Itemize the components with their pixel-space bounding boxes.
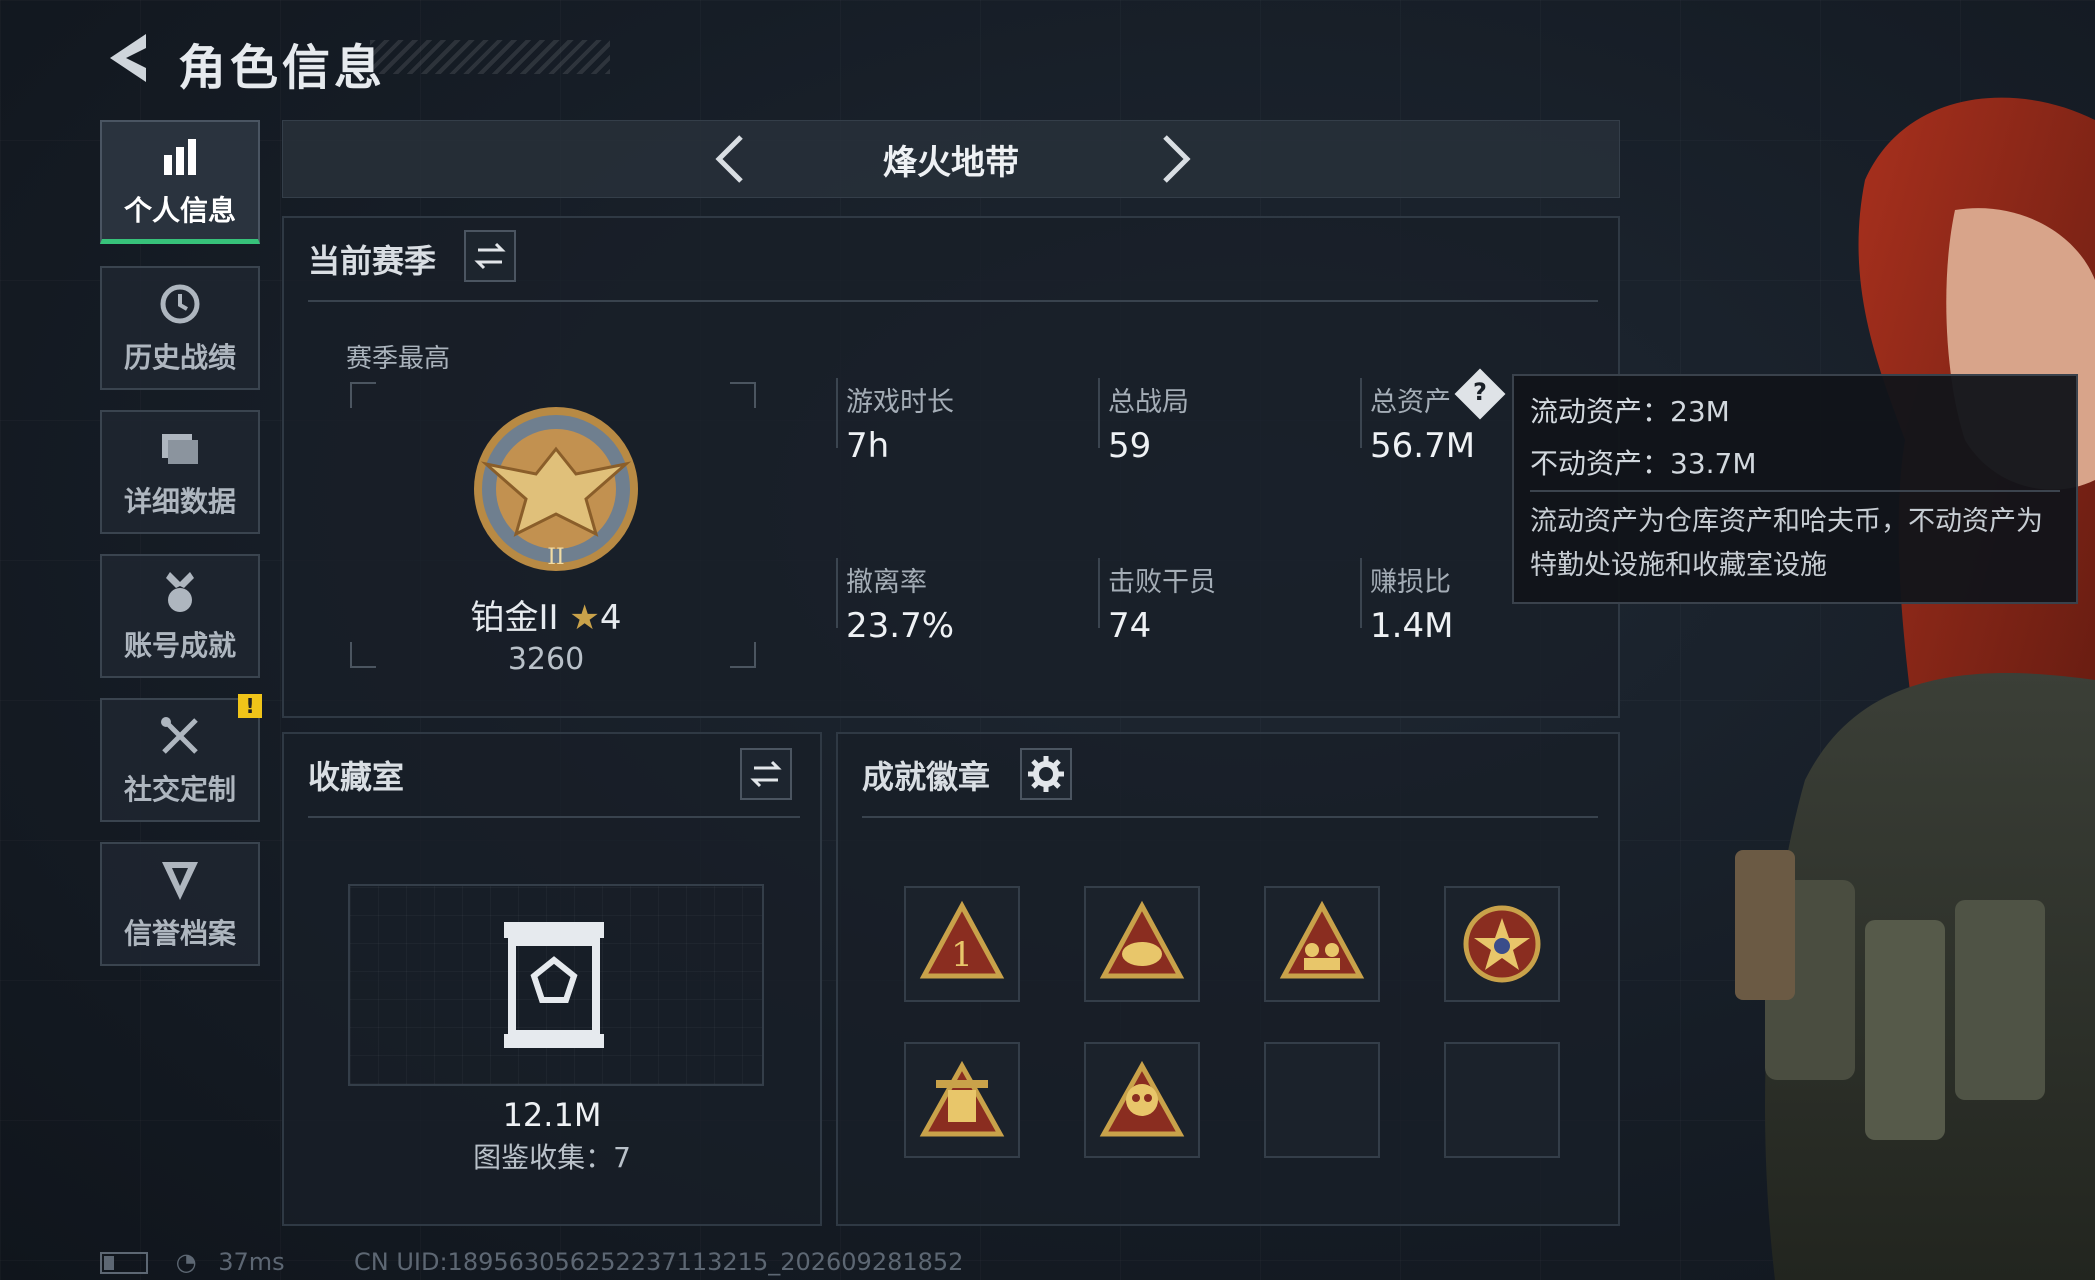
sidebar-item-label: 社交定制 bbox=[123, 773, 236, 806]
stat-label-extraction-rate: 撤离率 bbox=[846, 567, 927, 598]
badge-star-emblem[interactable] bbox=[1444, 886, 1560, 1002]
badges-panel: 成就徽章 1 bbox=[836, 732, 1620, 1226]
tooltip-description: 流动资产为仓库资产和哈夫币，不动资产为特勤处设施和收藏室设施 bbox=[1530, 506, 2043, 581]
stat-divider bbox=[1098, 558, 1100, 628]
stat-label-total-matches: 总战局 bbox=[1108, 387, 1189, 418]
season-title: 当前赛季 bbox=[308, 242, 437, 280]
title-decoration bbox=[370, 40, 610, 74]
frame-corner bbox=[350, 382, 376, 408]
star-emblem-badge-icon bbox=[1463, 905, 1541, 983]
stat-label-playtime: 游戏时长 bbox=[846, 387, 954, 418]
skull-badge-icon bbox=[1099, 1060, 1185, 1137]
svg-text:II: II bbox=[547, 545, 564, 570]
collection-switch-button[interactable] bbox=[740, 748, 792, 800]
stat-value-total-matches: 59 bbox=[1108, 426, 1152, 466]
chevron-right-icon[interactable] bbox=[1143, 129, 1203, 189]
helmet-badge-icon bbox=[1099, 900, 1185, 979]
collection-title: 收藏室 bbox=[308, 758, 405, 796]
squad-badge-icon bbox=[1279, 900, 1365, 979]
sidebar-item-label: 历史战绩 bbox=[123, 341, 236, 374]
badge-empty-slot[interactable] bbox=[1444, 1042, 1560, 1158]
stat-value-operators-defeated: 74 bbox=[1108, 606, 1152, 646]
display-case-icon bbox=[504, 922, 604, 1048]
tooltip-fixed-assets: 不动资产：33.7M bbox=[1530, 447, 1757, 480]
mode-selector: 烽火地带 bbox=[282, 120, 1620, 198]
badge-skull[interactable] bbox=[1084, 1042, 1200, 1158]
platinum-rank-emblem: II bbox=[474, 407, 638, 571]
stat-label-total-assets: 总资产 bbox=[1370, 387, 1451, 418]
rank-score: 3260 bbox=[507, 642, 585, 677]
stat-value-profit-ratio: 1.4M bbox=[1370, 606, 1454, 646]
reputation-shield-icon bbox=[162, 862, 198, 900]
battery-icon bbox=[100, 1252, 148, 1274]
divider bbox=[308, 816, 800, 818]
badge-helmet[interactable] bbox=[1084, 886, 1200, 1002]
stat-divider bbox=[836, 378, 838, 448]
badge-trophy-59[interactable] bbox=[904, 1042, 1020, 1158]
data-cards-icon bbox=[162, 434, 198, 464]
badge-empty-slot[interactable] bbox=[1264, 1042, 1380, 1158]
sidebar-item-label: 详细数据 bbox=[123, 485, 236, 518]
swap-icon bbox=[750, 760, 782, 788]
sidebar-item-reputation[interactable]: 信誉档案 bbox=[100, 842, 260, 966]
alert-badge: ! bbox=[238, 694, 262, 718]
back-arrow-icon[interactable] bbox=[98, 28, 158, 88]
achievement-medal-icon bbox=[166, 572, 194, 612]
assets-tooltip: 流动资产：23M 不动资产：33.7M 流动资产为仓库资产和哈夫币，不动资产为特… bbox=[1512, 374, 2078, 604]
stat-value-playtime: 7h bbox=[846, 426, 890, 466]
bar-chart-icon bbox=[164, 138, 196, 175]
divider bbox=[308, 300, 1598, 302]
sidebar-item-label: 账号成就 bbox=[123, 629, 236, 662]
divider bbox=[862, 816, 1598, 818]
badge-rank-one[interactable]: 1 bbox=[904, 886, 1020, 1002]
divider bbox=[1530, 490, 2060, 492]
collection-panel: 收藏室 12.1M 图鉴收集：7 bbox=[282, 732, 822, 1226]
ping-value: 37ms bbox=[218, 1248, 285, 1276]
season-panel: 当前赛季 赛季最高 II 铂金II ★4 3260 游戏时长 7h 总战局 59… bbox=[282, 216, 1620, 718]
wifi-icon: ◔ bbox=[175, 1248, 197, 1276]
help-icon-glyph: ? bbox=[1473, 378, 1487, 406]
page-title: 角色信息 bbox=[178, 40, 387, 96]
sidebar-item-label: 个人信息 bbox=[123, 193, 236, 227]
sidebar-item-history[interactable]: 历史战绩 bbox=[100, 266, 260, 390]
badges-settings-button[interactable] bbox=[1020, 748, 1072, 800]
stat-value-total-assets: 56.7M bbox=[1370, 426, 1476, 466]
stat-divider bbox=[1360, 378, 1362, 448]
season-switch-button[interactable] bbox=[464, 230, 516, 282]
gear-icon bbox=[1028, 756, 1064, 792]
stat-divider bbox=[1098, 378, 1100, 448]
swap-icon bbox=[474, 242, 506, 270]
tooltip-liquid-assets: 流动资产：23M bbox=[1530, 395, 1730, 428]
sidebar-item-account-achievements[interactable]: 账号成就 bbox=[100, 554, 260, 678]
sidebar-item-social-custom[interactable]: 社交定制 ! bbox=[100, 694, 262, 822]
uid-text: CN UID:189563056252237113215_20260928185… bbox=[354, 1248, 964, 1276]
collection-value: 12.1M bbox=[502, 1096, 602, 1134]
rank-one-badge-icon: 1 bbox=[919, 900, 1005, 979]
rank-stars: 4 bbox=[599, 598, 622, 638]
sidebar-item-detailed-data[interactable]: 详细数据 bbox=[100, 410, 260, 534]
frame-corner bbox=[730, 382, 756, 408]
history-clock-icon bbox=[160, 284, 200, 324]
stat-value-extraction-rate: 23.7% bbox=[846, 606, 955, 646]
svg-text:1: 1 bbox=[951, 935, 973, 975]
character-portrait bbox=[1735, 97, 2095, 1280]
sidebar-item-personal-info[interactable]: 个人信息 bbox=[100, 120, 260, 244]
star-icon: ★ bbox=[569, 598, 600, 638]
stat-divider bbox=[836, 558, 838, 628]
status-bar: ◔ 37ms bbox=[100, 1248, 285, 1276]
badge-squad[interactable] bbox=[1264, 886, 1380, 1002]
season-best-label: 赛季最高 bbox=[346, 344, 451, 374]
rank-name: 铂金II bbox=[470, 598, 559, 638]
stat-divider bbox=[1360, 558, 1362, 628]
catalog-count: 图鉴收集：7 bbox=[473, 1141, 631, 1174]
trophy-59-badge-icon bbox=[919, 1060, 1005, 1137]
rank-line: 铂金II ★4 bbox=[356, 590, 736, 639]
stat-label-operators-defeated: 击败干员 bbox=[1108, 567, 1216, 598]
badges-title: 成就徽章 bbox=[862, 758, 991, 796]
mode-title: 烽火地带 bbox=[883, 143, 1019, 183]
sidebar-item-label: 信誉档案 bbox=[123, 917, 236, 950]
collection-room-preview[interactable] bbox=[348, 884, 764, 1086]
crossed-tools-icon bbox=[161, 717, 198, 754]
stat-label-profit-ratio: 赚损比 bbox=[1370, 567, 1451, 598]
